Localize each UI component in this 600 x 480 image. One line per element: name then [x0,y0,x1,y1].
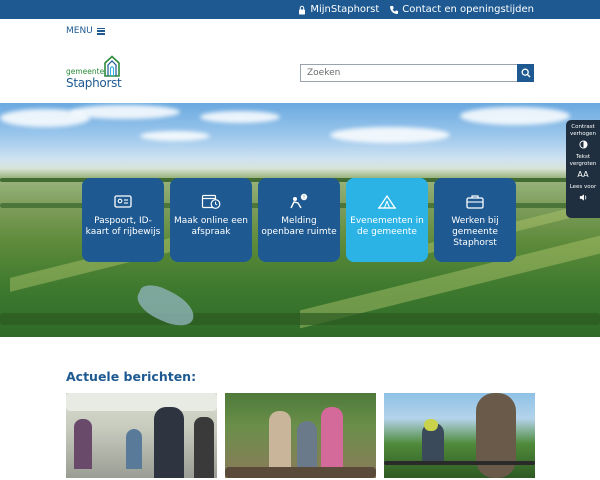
tent-icon [377,194,397,209]
menu-button[interactable]: MENU [66,26,105,36]
logo-text-gemeente: gemeente [66,67,105,76]
phone-icon [390,5,399,14]
search-form: Zoeken [300,64,534,82]
contrast-label: Contrast verhogen [569,124,596,137]
tile-passport[interactable]: Paspoort, ID-kaart of rijbewijs [82,178,164,262]
contact-label: Contact en openingstijden [402,4,534,15]
news-card-1[interactable] [66,393,217,478]
tile-passport-label: Paspoort, ID-kaart of rijbewijs [85,216,161,237]
text-size-label: Tekst vergroten [569,154,597,167]
speaker-icon[interactable] [579,193,588,202]
mijn-staphorst-link[interactable]: MijnStaphorst [297,4,379,15]
tile-appointment[interactable]: Maak online een afspraak [170,178,252,262]
tile-appointment-label: Maak online een afspraak [174,216,248,237]
tile-jobs-label: Werken bij gemeente Staphorst [451,216,499,248]
tile-events-label: Evenementen in de gemeente [350,216,424,237]
tile-report-label: Melding openbare ruimte [261,216,337,237]
search-icon [521,68,530,78]
contact-link[interactable]: Contact en openingstijden [389,4,534,15]
search-input[interactable]: Zoeken [300,64,517,82]
logo-text-staphorst: Staphorst [66,76,122,90]
text-size-button[interactable]: AA [577,170,588,179]
menu-label: MENU [66,26,93,36]
contrast-icon[interactable] [578,140,588,149]
calendar-clock-icon [201,194,221,209]
task-tiles: Paspoort, ID-kaart of rijbewijs Maak onl… [82,178,516,262]
lock-icon [299,5,306,14]
news-heading: Actuele berichten: [66,369,197,384]
tile-events[interactable]: Evenementen in de gemeente [346,178,428,262]
news-cards [66,393,535,478]
worker-warning-icon: ! [290,193,308,209]
news-card-2[interactable] [225,393,376,478]
logo-house-icon [104,55,120,77]
tile-report[interactable]: ! Melding openbare ruimte [258,178,340,262]
tile-jobs[interactable]: Werken bij gemeente Staphorst [434,178,516,262]
search-button[interactable] [517,64,534,82]
mijn-staphorst-label: MijnStaphorst [310,4,380,15]
briefcase-icon [466,195,484,209]
svg-text:!: ! [303,195,305,201]
id-card-icon [114,195,132,208]
accessibility-panel: Contrast verhogen Tekst vergroten AA Lee… [566,120,600,218]
gemeente-staphorst-logo[interactable]: gemeente Staphorst [66,55,126,93]
news-card-3[interactable] [384,393,535,478]
hamburger-icon [96,27,105,35]
top-utility-bar: MijnStaphorst Contact en openingstijden [0,0,600,19]
read-aloud-label: Lees voor [569,184,597,190]
